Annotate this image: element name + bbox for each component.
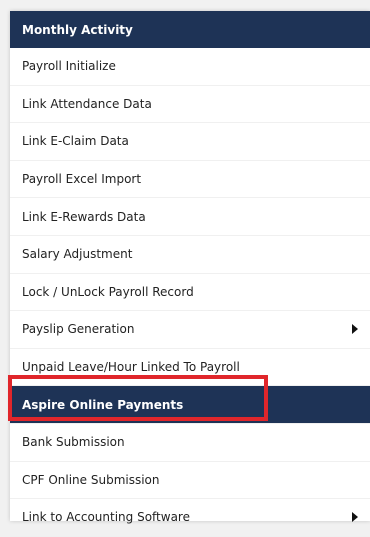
menu-item-aspire-online-payments[interactable]: Aspire Online Payments [10, 386, 370, 424]
menu-item-link-e-rewards-data[interactable]: Link E-Rewards Data [10, 198, 370, 236]
menu-item-payroll-initialize[interactable]: Payroll Initialize [10, 48, 370, 86]
menu-item-bank-submission[interactable]: Bank Submission [10, 424, 370, 462]
menu-item-label: Link E-Claim Data [22, 134, 129, 149]
menu-item-label: CPF Online Submission [22, 472, 160, 487]
menu-item-salary-adjustment[interactable]: Salary Adjustment [10, 236, 370, 274]
menu-item-label: Payslip Generation [22, 322, 135, 337]
menu-item-payslip-generation[interactable]: Payslip Generation [10, 311, 370, 349]
menu-item-label: Unpaid Leave/Hour Linked To Payroll [22, 360, 240, 375]
menu-item-label: Salary Adjustment [22, 247, 133, 262]
menu-item-label: Aspire Online Payments [22, 397, 184, 412]
menu-item-label: Bank Submission [22, 435, 125, 450]
menu-item-label: Lock / UnLock Payroll Record [22, 284, 194, 299]
menu-item-label: Link to Accounting Software [22, 510, 190, 525]
menu-item-label: Link E-Rewards Data [22, 209, 146, 224]
menu-item-link-attendance-data[interactable]: Link Attendance Data [10, 86, 370, 124]
menu-item-label: Link Attendance Data [22, 96, 152, 111]
monthly-activity-menu: Monthly Activity Payroll Initialize Link… [10, 11, 370, 537]
menu-item-label: Payroll Initialize [22, 59, 116, 74]
menu-item-payroll-excel-import[interactable]: Payroll Excel Import [10, 161, 370, 199]
menu-item-link-e-claim-data[interactable]: Link E-Claim Data [10, 123, 370, 161]
menu-item-unpaid-leave-hour[interactable]: Unpaid Leave/Hour Linked To Payroll [10, 349, 370, 387]
menu-item-label: Payroll Excel Import [22, 172, 142, 187]
caret-right-icon [352, 324, 358, 335]
menu-item-cpf-online-submission[interactable]: CPF Online Submission [10, 462, 370, 500]
menu-header: Monthly Activity [10, 11, 370, 48]
menu-item-lock-unlock-payroll-record[interactable]: Lock / UnLock Payroll Record [10, 274, 370, 312]
menu-item-link-to-accounting-software[interactable]: Link to Accounting Software [10, 499, 370, 537]
